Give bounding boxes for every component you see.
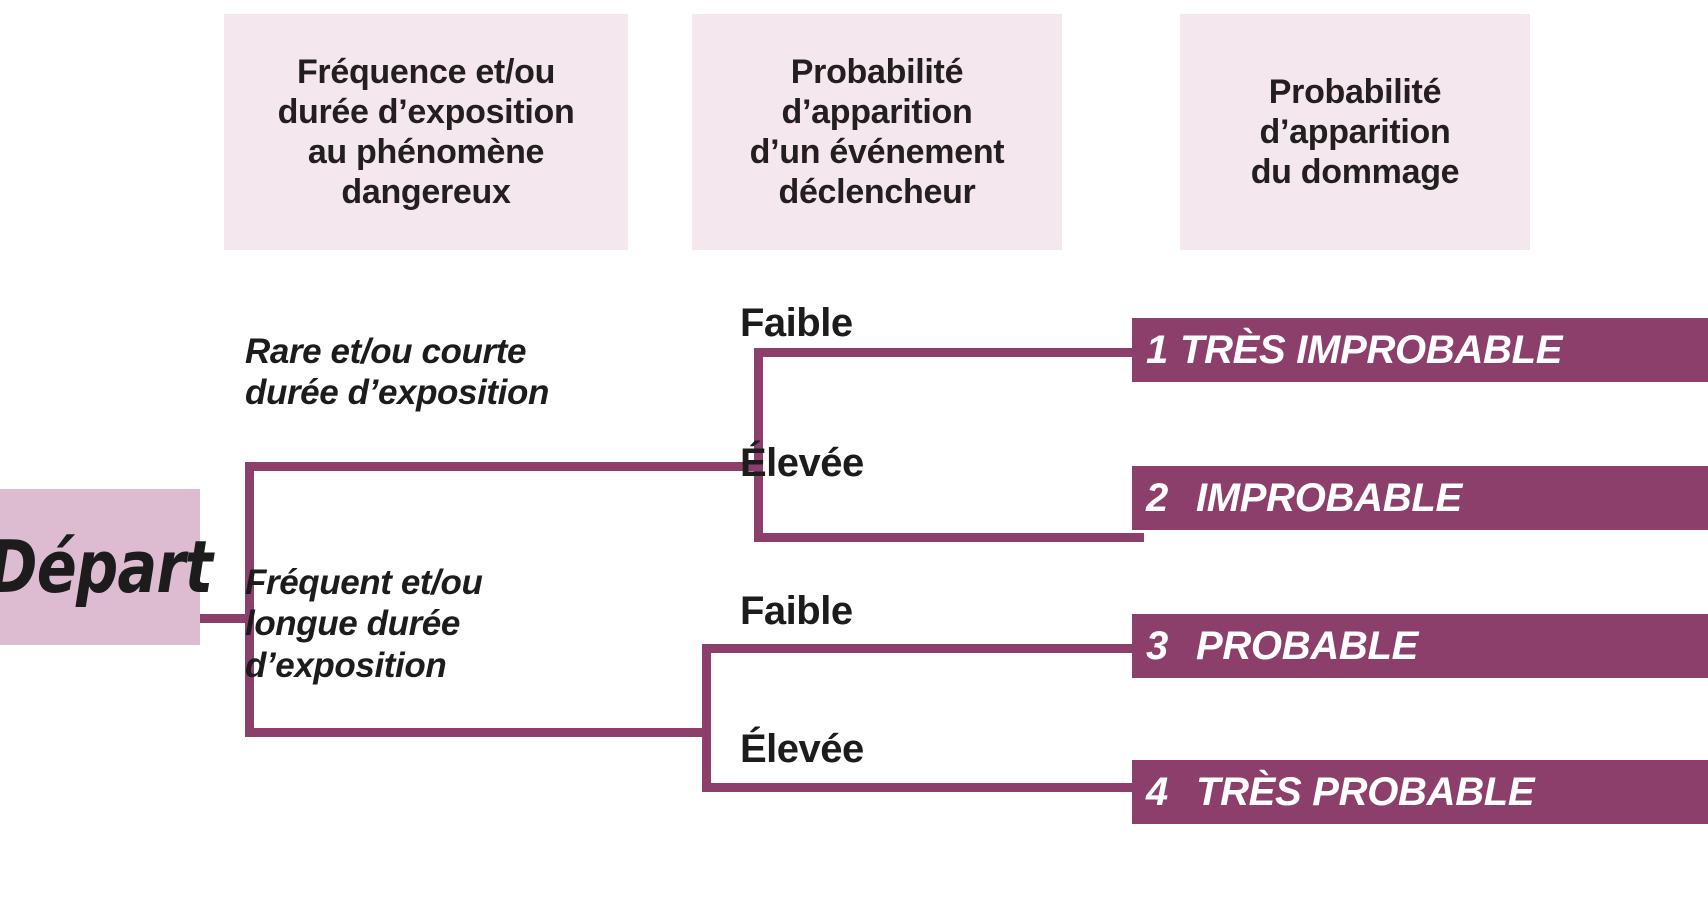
header-line: du dommage	[1250, 153, 1460, 192]
result-box-3: 3 PROBABLE	[1132, 614, 1708, 678]
probability-label-elevee-2: Élevée	[740, 727, 864, 771]
header-line: d’apparition	[1259, 112, 1451, 151]
connector-lower-faible-horizontal	[702, 644, 1144, 653]
header-line: dangereux	[341, 173, 511, 212]
result-label: TRÈS IMPROBABLE	[1179, 327, 1563, 372]
header-text-exposure: Fréquence et/ou durée d’exposition au ph…	[270, 52, 583, 212]
branch-line: Rare et/ou courte	[245, 332, 527, 371]
result-number: 2	[1146, 475, 1168, 520]
start-node-label: Départ	[0, 525, 213, 609]
result-label: TRÈS PROBABLE	[1195, 769, 1535, 814]
header-line: au phénomène	[307, 133, 545, 171]
start-node: Départ	[0, 489, 213, 645]
connector-branch-top-horizontal	[245, 462, 763, 471]
header-line: d’apparition	[781, 92, 973, 131]
decision-tree-diagram: Fréquence et/ou durée d’exposition au ph…	[0, 0, 1708, 902]
result-number: 1	[1146, 327, 1168, 372]
result-box-2: 2 IMPROBABLE	[1132, 466, 1708, 530]
header-text-damage: Probabilité d’apparition du dommage	[1243, 72, 1468, 192]
header-text-trigger: Probabilité d’apparition d’un événement …	[742, 52, 1013, 212]
probability-label-faible-2: Faible	[740, 589, 853, 633]
result-box-4: 4 TRÈS PROBABLE	[1132, 760, 1708, 824]
branch-line: d’exposition	[245, 645, 447, 685]
header-box-damage: Probabilité d’apparition du dommage	[1180, 14, 1530, 250]
branch-label-frequent: Fréquent et/ou longue durée d’exposition	[245, 562, 483, 686]
result-box-1: 1 TRÈS IMPROBABLE	[1132, 318, 1708, 382]
connector-upper-faible-horizontal	[754, 348, 1144, 357]
header-line: durée d’exposition	[277, 92, 575, 131]
header-line: Probabilité	[790, 52, 964, 91]
header-line: déclencheur	[778, 173, 976, 212]
connector-upper-elevee-horizontal	[754, 533, 1144, 542]
header-line: d’un événement	[749, 133, 1005, 171]
header-line: Fréquence et/ou	[296, 52, 556, 91]
header-box-exposure: Fréquence et/ou durée d’exposition au ph…	[224, 14, 628, 250]
branch-label-rare: Rare et/ou courte durée d’exposition	[245, 331, 549, 414]
probability-label-elevee-1: Élevée	[740, 441, 864, 485]
connector-branch-bottom-horizontal	[245, 728, 711, 737]
probability-label-faible-1: Faible	[740, 301, 853, 345]
result-label: IMPROBABLE	[1195, 475, 1462, 520]
header-line: Probabilité	[1268, 72, 1442, 111]
header-box-trigger: Probabilité d’apparition d’un événement …	[692, 14, 1062, 250]
branch-line: durée d’exposition	[245, 373, 549, 413]
result-label: PROBABLE	[1195, 623, 1419, 668]
result-number: 3	[1146, 623, 1168, 668]
connector-lower-elevee-horizontal	[702, 783, 1144, 792]
branch-line: Fréquent et/ou	[245, 563, 483, 602]
connector-lower-bracket-vertical	[702, 644, 711, 792]
branch-line: longue durée	[245, 604, 460, 644]
result-number: 4	[1146, 769, 1168, 814]
